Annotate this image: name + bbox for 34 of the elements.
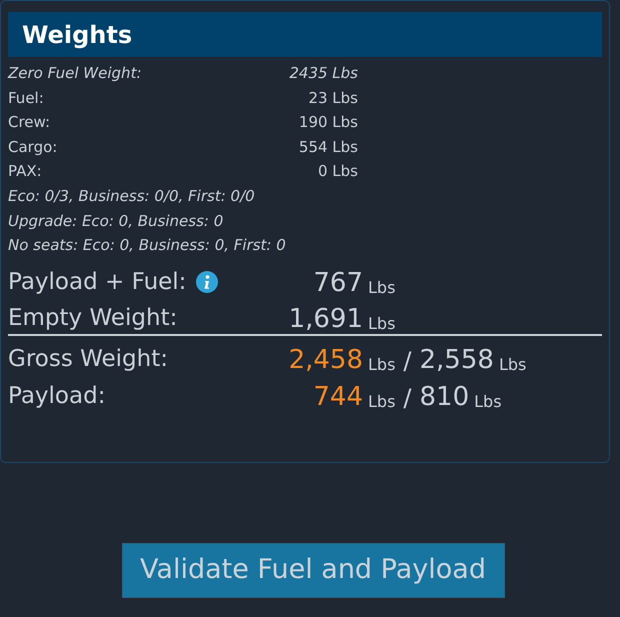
max-value: 810 bbox=[420, 384, 470, 410]
unit-label: Lbs bbox=[368, 280, 396, 296]
unit-label: Lbs bbox=[474, 394, 502, 410]
limit-label: Payload: bbox=[8, 384, 106, 410]
seat-note: Upgrade: Eco: 0, Business: 0 bbox=[8, 210, 224, 232]
detail-label: Cargo: bbox=[8, 136, 58, 158]
total-label: Empty Weight: bbox=[8, 306, 178, 330]
info-icon[interactable] bbox=[196, 271, 218, 294]
current-value: 744 bbox=[312, 384, 363, 410]
detail-value: 554 Lbs bbox=[298, 136, 358, 158]
unit-label: Lbs bbox=[368, 356, 396, 373]
seat-note: Eco: 0/3, Business: 0/0, First: 0/0 bbox=[8, 186, 255, 208]
total-value: 767 bbox=[312, 270, 363, 296]
max-value: 2,558 bbox=[420, 346, 494, 373]
current-value: 2,458 bbox=[288, 346, 363, 373]
detail-value: 190 Lbs bbox=[298, 112, 358, 134]
panel-title: Weights bbox=[22, 20, 132, 50]
separator: / bbox=[403, 386, 412, 410]
detail-value: 2435 Lbs bbox=[288, 63, 358, 84]
limit-label: Gross Weight: bbox=[8, 348, 170, 373]
unit-label: Lbs bbox=[368, 316, 396, 332]
detail-value: 0 Lbs bbox=[316, 161, 358, 182]
detail-label: Crew: bbox=[8, 112, 52, 134]
validate-button[interactable]: Validate Fuel and Payload bbox=[122, 543, 504, 598]
unit-label: Lbs bbox=[498, 356, 526, 373]
detail-label: PAX: bbox=[8, 161, 43, 182]
total-value: 1,691 bbox=[288, 306, 363, 332]
detail-label: Fuel: bbox=[8, 88, 45, 109]
seat-note: No seats: Eco: 0, Business: 0, First: 0 bbox=[8, 235, 286, 256]
total-label: Payload + Fuel: bbox=[8, 270, 186, 294]
unit-label: Lbs bbox=[368, 394, 396, 410]
separator: / bbox=[403, 348, 412, 373]
detail-label: Zero Fuel Weight: bbox=[8, 63, 142, 84]
detail-value: 23 Lbs bbox=[307, 88, 358, 109]
